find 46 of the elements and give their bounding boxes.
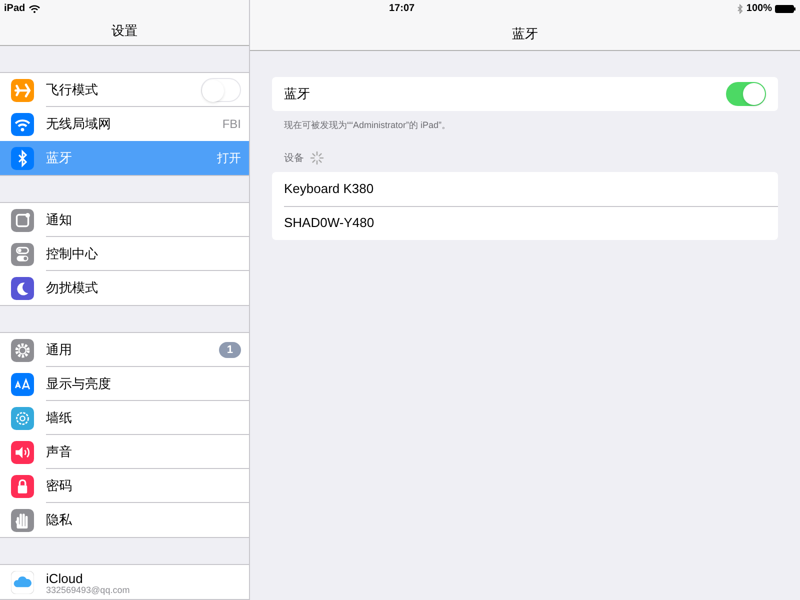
device-name: iPad: [4, 2, 26, 16]
bluetooth-icon: [11, 146, 34, 170]
item-label: 无线局域网: [46, 115, 111, 134]
item-label: 声音: [46, 442, 72, 461]
flower-icon: [11, 406, 34, 430]
switches-icon: [11, 242, 34, 266]
sidebar-title: 设置: [112, 22, 138, 40]
detail-title: 蓝牙: [512, 24, 538, 43]
item-label: 显示与亮度: [46, 374, 111, 393]
item-label: 墙纸: [46, 408, 72, 427]
notification-icon: [11, 208, 34, 232]
account-name: iCloud: [46, 572, 84, 586]
text-size-icon: [11, 372, 34, 396]
item-label: 通用: [46, 340, 72, 359]
toggle-switch[interactable]: [201, 78, 241, 102]
count-badge: 1: [218, 342, 241, 358]
bluetooth-label: 蓝牙: [284, 85, 310, 104]
gear-icon: [11, 338, 34, 362]
discoverable-note: 现在可被发现为““Administrator”的 iPad”。: [283, 119, 452, 132]
battery-percent: 100%: [746, 2, 772, 16]
status-time: 17:07: [389, 2, 415, 16]
item-label: 勿扰模式: [46, 279, 98, 298]
airplane-icon: [11, 78, 34, 102]
item-label: 蓝牙: [46, 149, 72, 168]
wifi-icon: [11, 112, 34, 136]
devices-header: 设备: [284, 152, 304, 166]
item-label: 通知: [46, 210, 72, 229]
lock-icon: [11, 474, 34, 498]
bluetooth-icon: [737, 4, 744, 14]
hand-icon: [11, 508, 34, 532]
spinner-icon: [310, 151, 324, 165]
wifi-icon: [29, 4, 40, 12]
item-label: 隐私: [46, 511, 72, 530]
cloud-icon: [11, 570, 34, 594]
item-value: 打开: [217, 150, 241, 167]
item-label: 密码: [46, 476, 72, 495]
item-value: FBI: [222, 116, 241, 133]
speaker-icon: [11, 440, 34, 464]
device-name[interactable]: Keyboard K380: [284, 178, 374, 198]
bluetooth-toggle[interactable]: [726, 82, 766, 106]
moon-icon: [11, 276, 34, 300]
battery-icon: [775, 4, 796, 12]
item-label: 飞行模式: [46, 80, 98, 99]
device-name[interactable]: SHAD0W-Y480: [284, 213, 374, 233]
item-label: 控制中心: [46, 244, 98, 263]
account-email: 332569493@qq.com: [46, 586, 130, 596]
